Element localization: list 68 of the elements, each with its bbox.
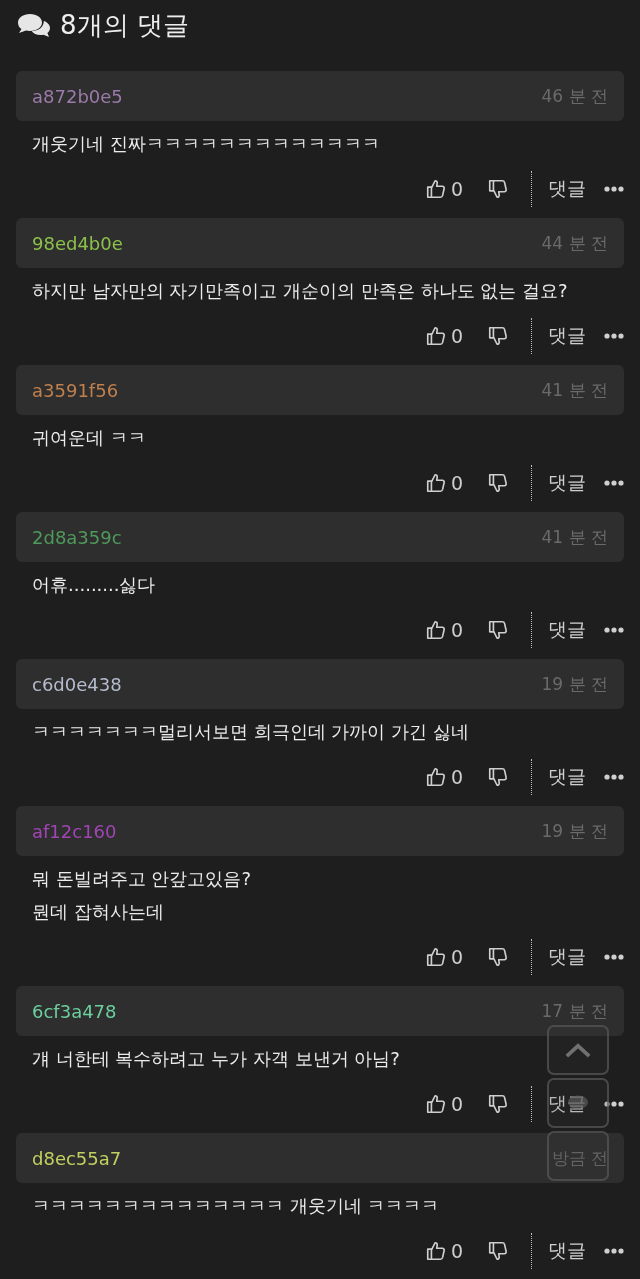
more-options-icon[interactable] xyxy=(604,333,624,339)
thumbs-down-icon[interactable] xyxy=(487,1240,509,1262)
thumbs-up-icon[interactable] xyxy=(424,178,447,200)
reply-button[interactable]: 댓글 xyxy=(548,1238,586,1264)
timestamp: 19 분 전 xyxy=(541,672,608,696)
reply-button[interactable]: 댓글 xyxy=(548,1091,586,1117)
thumbs-down-icon[interactable] xyxy=(487,1093,509,1115)
thumbs-down-icon[interactable] xyxy=(487,766,509,788)
thumbs-down-icon[interactable] xyxy=(487,619,509,641)
reply-button[interactable]: 댓글 xyxy=(548,764,586,790)
username[interactable]: a3591f56 xyxy=(32,379,119,401)
comment-count-title: 8개의 댓글 xyxy=(60,8,189,42)
more-options-icon[interactable] xyxy=(604,627,624,633)
username[interactable]: c6d0e438 xyxy=(32,673,122,695)
thumbs-up-icon[interactable] xyxy=(424,619,447,641)
thumbs-up-icon[interactable] xyxy=(424,946,447,968)
comment-text: ㅋㅋㅋㅋㅋㅋㅋ멀리서보면 희극인데 가까이 가긴 싫네 xyxy=(32,720,469,744)
reply-button[interactable]: 댓글 xyxy=(548,470,586,496)
thumbs-up-icon[interactable] xyxy=(424,1093,447,1115)
more-options-icon[interactable] xyxy=(604,774,624,780)
timestamp: 19 분 전 xyxy=(541,819,608,843)
speech-bubbles-icon xyxy=(16,12,52,38)
timestamp: 41 분 전 xyxy=(541,378,608,402)
more-options-icon[interactable] xyxy=(604,954,624,960)
thumbs-up-icon[interactable] xyxy=(424,325,447,347)
comment-text: 뭐 돈빌려주고 안갚고있음? xyxy=(32,867,251,891)
thumbs-down-icon[interactable] xyxy=(487,325,509,347)
caret-up-icon xyxy=(564,1042,592,1058)
username[interactable]: d8ec55a7 xyxy=(32,1147,122,1169)
username[interactable]: 6cf3a478 xyxy=(32,1000,117,1022)
more-options-icon[interactable] xyxy=(604,186,624,192)
comment-text: 귀여운데 ㅋㅋ xyxy=(32,426,146,450)
timestamp: 46 분 전 xyxy=(541,84,608,108)
scroll-top-button[interactable] xyxy=(547,1025,609,1075)
reply-button[interactable]: 댓글 xyxy=(548,944,586,970)
thumbs-down-icon[interactable] xyxy=(487,178,509,200)
username[interactable]: 2d8a359c xyxy=(32,526,122,548)
more-options-icon[interactable] xyxy=(604,1248,624,1254)
comment-text: 어휴.........싫다 xyxy=(32,573,156,597)
timestamp: 41 분 전 xyxy=(541,525,608,549)
more-options-icon[interactable] xyxy=(604,1101,624,1107)
reply-button[interactable]: 댓글 xyxy=(548,176,586,202)
timestamp: 44 분 전 xyxy=(541,231,608,255)
comment-text: 걔 너한테 복수하려고 누가 자객 보낸거 아님? xyxy=(32,1047,400,1071)
like-count: 0 xyxy=(450,325,463,347)
comment-text: 뭔데 잡혀사는데 xyxy=(32,900,164,924)
thumbs-down-icon[interactable] xyxy=(487,472,509,494)
thumbs-down-icon[interactable] xyxy=(487,946,509,968)
thumbs-up-icon[interactable] xyxy=(424,766,447,788)
like-count: 0 xyxy=(450,946,463,968)
like-count: 0 xyxy=(450,1093,463,1115)
comment-text: ㅋㅋㅋㅋㅋㅋㅋㅋㅋㅋㅋㅋㅋㅋ 개웃기네 ㅋㅋㅋㅋ xyxy=(32,1194,440,1218)
timestamp: 17 분 전 xyxy=(541,999,608,1023)
comment-text: 개웃기네 진짜ㅋㅋㅋㅋㅋㅋㅋㅋㅋㅋㅋㅋㅋ xyxy=(32,132,380,156)
like-count: 0 xyxy=(450,619,463,641)
like-count: 0 xyxy=(450,766,463,788)
username[interactable]: 98ed4b0e xyxy=(32,232,123,254)
username[interactable]: a872b0e5 xyxy=(32,85,123,107)
comment-button[interactable] xyxy=(547,1078,609,1128)
thumbs-up-icon[interactable] xyxy=(424,472,447,494)
like-count: 0 xyxy=(450,1240,463,1262)
comment-text: 하지만 남자만의 자기만족이고 개순이의 만족은 하나도 없는 걸요? xyxy=(32,279,568,303)
like-count: 0 xyxy=(450,472,463,494)
like-count: 0 xyxy=(450,178,463,200)
reply-button[interactable]: 댓글 xyxy=(548,617,586,643)
more-options-icon[interactable] xyxy=(604,480,624,486)
reply-button[interactable]: 댓글 xyxy=(548,323,586,349)
thumbs-up-icon[interactable] xyxy=(424,1240,447,1262)
